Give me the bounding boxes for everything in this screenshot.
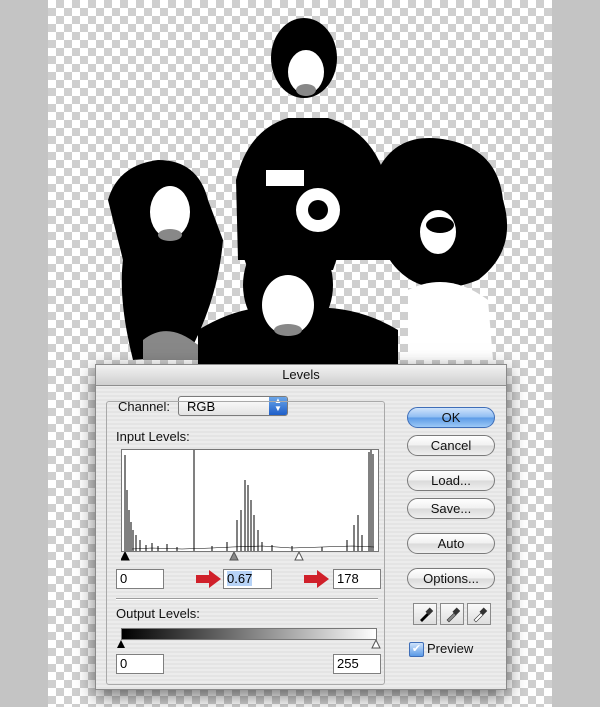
levels-dialog: Levels Channel: RGB ▲ ▼ Input Levels: 0 … [95, 364, 507, 690]
load-button[interactable]: Load... [407, 470, 495, 491]
dialog-title[interactable]: Levels [96, 365, 506, 386]
input-levels-label: Input Levels: [116, 429, 190, 444]
input-black-field[interactable]: 0 [116, 569, 164, 589]
input-gamma-value: 0.67 [227, 571, 253, 586]
section-divider [116, 598, 378, 600]
output-levels-slider[interactable] [117, 640, 381, 650]
input-levels-slider[interactable] [121, 552, 379, 562]
ok-button[interactable]: OK [407, 407, 495, 428]
output-black-field[interactable]: 0 [116, 654, 164, 674]
cancel-button[interactable]: Cancel [407, 435, 495, 456]
histogram [121, 449, 379, 552]
black-eyedropper-icon[interactable] [413, 603, 437, 625]
red-arrow-icon [304, 570, 329, 588]
black-point-handle[interactable] [121, 552, 130, 561]
white-eyedropper-icon[interactable] [467, 603, 491, 625]
gray-eyedropper-icon[interactable] [440, 603, 464, 625]
preview-checkbox[interactable]: ✔ [409, 642, 424, 657]
white-point-handle[interactable] [294, 552, 304, 561]
output-white-field[interactable]: 255 [333, 654, 381, 674]
options-button[interactable]: Options... [407, 568, 495, 589]
posterized-photo [108, 18, 508, 370]
gamma-handle[interactable] [229, 552, 239, 561]
preview-label: Preview [427, 641, 474, 656]
red-arrow-icon [196, 570, 221, 588]
auto-button[interactable]: Auto [407, 533, 495, 554]
output-white-handle[interactable] [371, 640, 381, 649]
output-black-handle[interactable] [117, 640, 125, 648]
input-white-field[interactable]: 178 [333, 569, 381, 589]
save-button[interactable]: Save... [407, 498, 495, 519]
output-gradient-bar [121, 628, 377, 640]
input-gamma-field[interactable]: 0.67 [223, 569, 272, 589]
output-levels-label: Output Levels: [116, 606, 200, 621]
